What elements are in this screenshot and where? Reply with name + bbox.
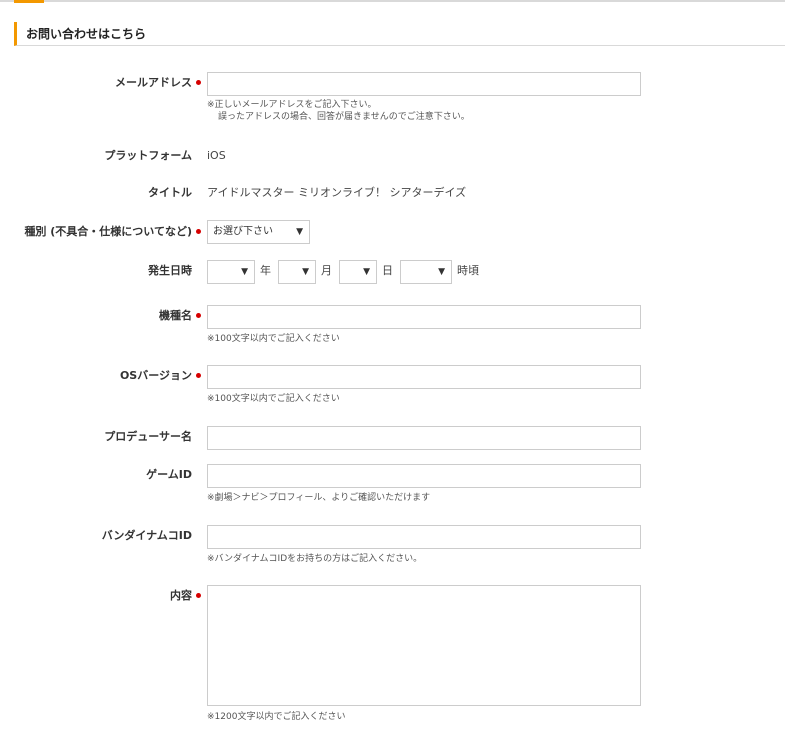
top-accent-bar: [14, 0, 44, 3]
email-label: メールアドレス: [115, 76, 192, 89]
platform-label: プラットフォーム: [104, 149, 192, 162]
section-title-text: お問い合わせはこちら: [26, 27, 147, 41]
model-input[interactable]: [207, 305, 641, 329]
triangle-down-icon: ▼: [302, 267, 309, 277]
required-mark: [196, 373, 201, 378]
required-mark: [196, 593, 201, 598]
required-mark: [196, 313, 201, 318]
category-select[interactable]: お選び下さい ▼: [207, 220, 310, 244]
bandai-id-input[interactable]: [207, 525, 641, 549]
os-version-input[interactable]: [207, 365, 641, 389]
model-note: ※100文字以内でご記入ください: [207, 334, 340, 344]
triangle-down-icon: ▼: [438, 267, 445, 277]
day-select[interactable]: ▼: [339, 260, 377, 284]
email-input[interactable]: [207, 72, 641, 96]
required-mark: [196, 229, 201, 234]
email-note-1: ※正しいメールアドレスをご記入下さい。: [207, 100, 377, 110]
year-select[interactable]: ▼: [207, 260, 255, 284]
hour-unit: 時頃: [457, 264, 479, 277]
content-label: 内容: [170, 589, 192, 602]
platform-value: iOS: [207, 149, 226, 162]
category-selected: お選び下さい: [213, 226, 273, 237]
triangle-down-icon: ▼: [363, 267, 370, 277]
os-version-note: ※100文字以内でご記入ください: [207, 394, 340, 404]
os-version-label: OSバージョン: [119, 369, 192, 382]
content-textarea[interactable]: [207, 585, 641, 706]
month-unit: 月: [321, 264, 332, 277]
producer-name-label: プロデューサー名: [104, 430, 192, 443]
model-label: 機種名: [159, 309, 192, 322]
day-unit: 日: [382, 264, 393, 277]
title-value: アイドルマスター ミリオンライブ！ シアターデイズ: [207, 186, 467, 199]
game-id-label: ゲームID: [146, 468, 192, 481]
bandai-id-label: バンダイナムコID: [101, 529, 192, 542]
month-select[interactable]: ▼: [278, 260, 316, 284]
game-id-input[interactable]: [207, 464, 641, 488]
section-title: お問い合わせはこちら: [14, 22, 785, 46]
producer-name-input[interactable]: [207, 426, 641, 450]
triangle-down-icon: ▼: [296, 227, 303, 237]
category-label: 種別 (不具合・仕様についてなど): [24, 225, 192, 238]
triangle-down-icon: ▼: [241, 267, 248, 277]
year-unit: 年: [260, 264, 271, 277]
bandai-id-note: ※バンダイナムコIDをお持ちの方はご記入ください。: [207, 554, 423, 564]
hour-select[interactable]: ▼: [400, 260, 452, 284]
title-label: タイトル: [148, 186, 192, 199]
occurrence-label: 発生日時: [148, 264, 192, 277]
top-divider: [0, 0, 785, 2]
content-note: ※1200文字以内でご記入ください: [207, 712, 346, 722]
game-id-note: ※劇場＞ナビ＞プロフィール、よりご確認いただけます: [207, 493, 431, 503]
email-note-2: 誤ったアドレスの場合、回答が届きませんのでご注意下さい。: [218, 112, 470, 122]
required-mark: [196, 80, 201, 85]
